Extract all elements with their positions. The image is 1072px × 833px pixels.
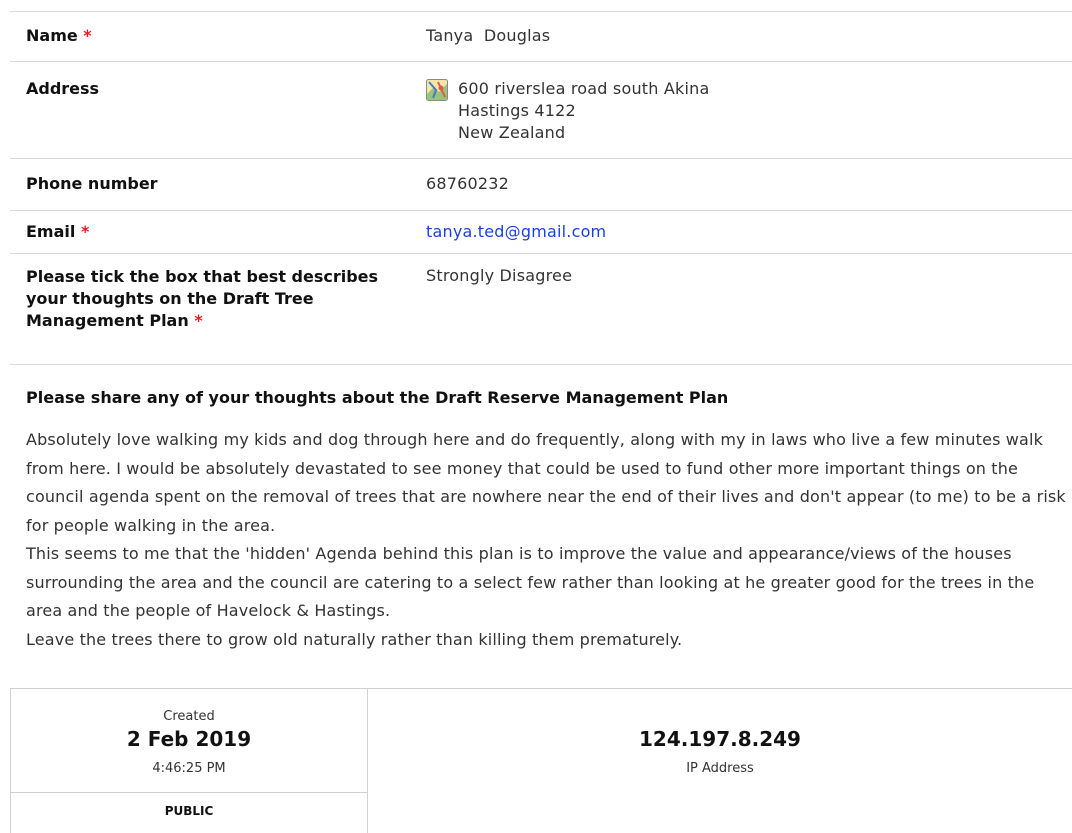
address-lines: 600 riverslea road south Akina Hastings …: [458, 78, 709, 144]
name-label-text: Name: [26, 26, 78, 45]
email-label: Email *: [26, 221, 421, 243]
address-line-1: 600 riverslea road south Akina: [458, 79, 710, 98]
thoughts-body: Absolutely love walking my kids and dog …: [26, 426, 1072, 654]
opinion-value: Strongly Disagree: [426, 266, 573, 285]
email-row: Email * tanya.ted@gmail.com: [10, 211, 1072, 254]
email-value: tanya.ted@gmail.com: [426, 221, 606, 243]
submission-meta: Created 2 Feb 2019 4:46:25 PM PUBLIC 124…: [10, 688, 1072, 833]
created-date: 2 Feb 2019: [126, 727, 252, 751]
name-row: Name * Tanya Douglas: [10, 12, 1072, 62]
created-box: Created 2 Feb 2019 4:46:25 PM: [11, 689, 367, 793]
thoughts-paragraph-1: Absolutely love walking my kids and dog …: [26, 430, 1066, 535]
required-marker: *: [194, 311, 203, 330]
opinion-label: Please tick the box that best describes …: [26, 266, 421, 332]
opinion-row: Please tick the box that best describes …: [10, 254, 1072, 365]
email-link[interactable]: tanya.ted@gmail.com: [426, 222, 606, 241]
created-time: 4:46:25 PM: [152, 761, 226, 776]
thoughts-paragraph-3: Leave the trees there to grow old natura…: [26, 629, 683, 649]
name-label: Name *: [26, 25, 421, 47]
name-value: Tanya Douglas: [426, 26, 551, 45]
thoughts-heading: Please share any of your thoughts about …: [26, 388, 729, 407]
ip-address-label: IP Address: [686, 761, 754, 776]
address-line-2: Hastings 4122: [458, 101, 576, 120]
thoughts-section: Please share any of your thoughts about …: [26, 387, 1072, 654]
address-value: 600 riverslea road south Akina Hastings …: [426, 78, 709, 144]
address-line-3: New Zealand: [458, 123, 566, 142]
required-marker: *: [83, 26, 92, 45]
meta-right-panel: 124.197.8.249 IP Address: [368, 689, 1072, 833]
email-label-text: Email: [26, 222, 76, 241]
phone-value: 68760232: [426, 174, 510, 193]
meta-left-panel: Created 2 Feb 2019 4:46:25 PM PUBLIC: [10, 689, 368, 833]
thoughts-paragraph-2: This seems to me that the 'hidden' Agend…: [26, 544, 1035, 620]
submission-fields: Name * Tanya Douglas Address 600 riversl…: [10, 11, 1072, 365]
created-label: Created: [163, 709, 215, 724]
address-row: Address 600 riverslea road south Akina H…: [10, 62, 1072, 159]
visibility-badge: PUBLIC: [164, 804, 214, 818]
address-label: Address: [26, 79, 100, 98]
map-icon[interactable]: [426, 79, 448, 101]
phone-row: Phone number 68760232: [10, 159, 1072, 211]
phone-label: Phone number: [26, 174, 158, 193]
required-marker: *: [80, 222, 90, 241]
ip-address-value: 124.197.8.249: [639, 727, 801, 751]
